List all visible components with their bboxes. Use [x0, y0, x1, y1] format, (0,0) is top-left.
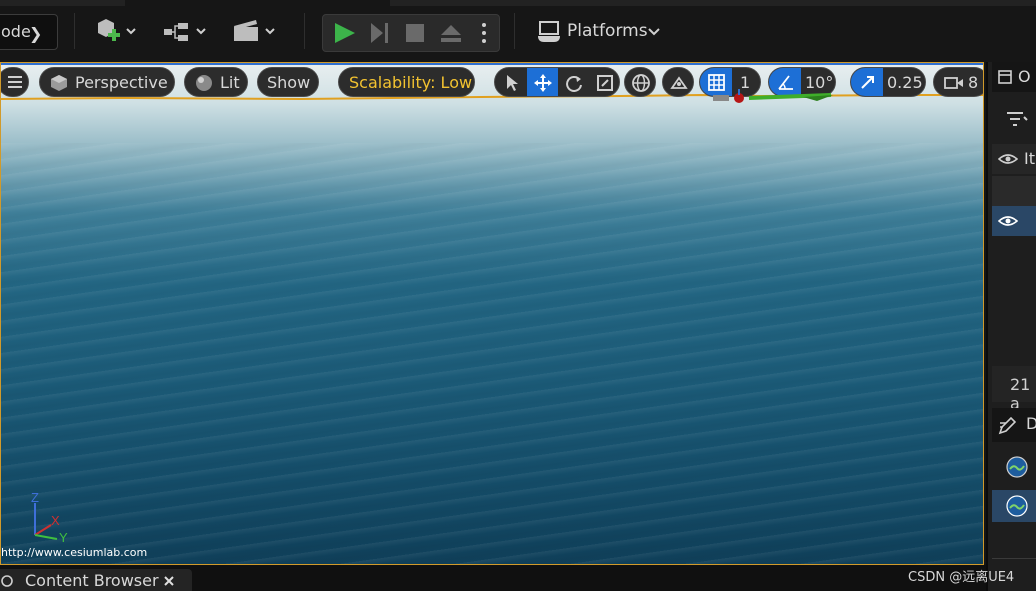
more-options-icon[interactable]	[479, 21, 489, 45]
axis-indicator: Z X Y	[31, 491, 68, 545]
camera-speed-value: 8	[968, 73, 979, 92]
surface-snapping-button[interactable]	[662, 67, 694, 97]
clapperboard-icon	[234, 20, 275, 41]
visibility-eye-icon[interactable]	[998, 153, 1018, 165]
item-label-column: It	[1024, 149, 1035, 168]
play-controls	[322, 14, 500, 52]
rotate-tool-button[interactable]	[558, 68, 589, 96]
toolbar-divider	[304, 13, 305, 49]
outliner-title: O	[1018, 67, 1031, 86]
platforms-icon	[538, 21, 560, 42]
globe-icon	[632, 74, 650, 92]
content-browser-tab[interactable]: Content Browser	[0, 569, 192, 591]
details-component-row-selected[interactable]	[992, 490, 1036, 522]
panel-divider	[992, 558, 1036, 559]
cube-icon	[51, 75, 67, 91]
toolbar-divider	[74, 13, 75, 49]
visibility-eye-icon[interactable]	[998, 215, 1018, 227]
watermark-text: CSDN @远离UE4	[908, 570, 1015, 585]
attribution-text: http://www.cesiumlab.com	[1, 546, 148, 559]
cursor-arrow-icon	[507, 75, 518, 91]
add-actor-button[interactable]	[94, 17, 144, 47]
water-body-icon	[1006, 456, 1028, 478]
viewport-options-button[interactable]	[1, 67, 29, 97]
scale-snap-toggle[interactable]	[851, 68, 883, 96]
coordinate-system-button[interactable]	[624, 67, 656, 97]
main-toolbar: ode ❯ Platforms	[0, 0, 1036, 62]
outliner-icon	[998, 70, 1012, 84]
bottom-tab-bar: Content Browser	[0, 565, 986, 591]
scale-snap-value[interactable]: 0.25	[887, 73, 923, 92]
eject-icon[interactable]	[439, 23, 463, 43]
ocean-surface	[1, 143, 983, 564]
move-arrows-icon	[534, 74, 552, 92]
tab-strip-right	[390, 0, 1036, 6]
details-title: D	[1026, 414, 1036, 433]
scalability-button[interactable]: Scalability: Low	[338, 67, 475, 97]
rotate-icon	[566, 76, 582, 92]
translate-tool-button[interactable]	[527, 68, 558, 96]
blueprint-icon	[164, 23, 206, 41]
scale-icon	[597, 75, 613, 91]
scale-snap-control: 0.25	[850, 67, 926, 97]
close-icon[interactable]	[164, 576, 174, 586]
outliner-tab[interactable]: O	[992, 62, 1036, 92]
transform-gizmo[interactable]	[713, 89, 843, 105]
chevron-down-icon: ❯	[29, 24, 43, 43]
details-component-row[interactable]	[992, 450, 1036, 482]
blueprints-button[interactable]	[162, 17, 212, 47]
water-body-icon	[1006, 495, 1028, 517]
camera-icon	[944, 77, 963, 89]
scale-tool-button[interactable]	[589, 68, 619, 96]
scale-arrow-icon	[861, 76, 874, 89]
show-flags-button[interactable]: Show	[257, 67, 319, 97]
outliner-filter-button[interactable]	[992, 102, 1036, 136]
camera-speed-button[interactable]: 8	[933, 67, 983, 97]
toolbar-divider	[514, 13, 515, 49]
view-mode-label: Perspective	[75, 73, 168, 92]
outliner-row[interactable]	[992, 176, 1036, 206]
axis-z-label: Z	[31, 491, 39, 505]
details-tab[interactable]: D	[992, 408, 1036, 442]
scalability-label: Scalability: Low	[349, 73, 473, 92]
cinematics-button[interactable]	[232, 17, 282, 47]
mode-selector-button[interactable]: ode ❯	[0, 14, 58, 50]
level-viewport[interactable]: Perspective Lit Show Scalability: Low 1 …	[0, 62, 984, 565]
content-browser-label: Content Browser	[25, 571, 159, 590]
axis-x-label: X	[51, 513, 60, 528]
tab-strip-left	[0, 0, 125, 6]
outliner-panel: O It 21 a D	[986, 62, 1036, 591]
view-mode-button[interactable]: Perspective	[39, 67, 175, 97]
show-flags-label: Show	[267, 73, 311, 92]
platforms-button[interactable]: Platforms	[536, 18, 664, 46]
axis-y-label: Y	[59, 530, 68, 545]
outliner-row-selected[interactable]	[992, 206, 1036, 236]
platforms-label: Platforms	[567, 21, 648, 41]
hamburger-menu-icon	[8, 76, 22, 88]
filter-icon	[1007, 112, 1028, 126]
advance-frame-icon[interactable]	[369, 22, 393, 44]
lit-sphere-icon	[196, 75, 212, 91]
content-browser-icon	[1, 575, 13, 587]
transform-tools	[494, 67, 620, 97]
lighting-mode-label: Lit	[220, 73, 240, 92]
viewport-active-border	[1, 63, 983, 65]
outliner-header: It	[992, 144, 1036, 174]
play-icon[interactable]	[333, 22, 357, 44]
surface-snap-icon	[670, 76, 688, 89]
select-tool-button[interactable]	[495, 68, 527, 96]
actor-count-bar: 21 a	[992, 366, 1036, 413]
lighting-mode-button[interactable]: Lit	[184, 67, 248, 97]
stop-icon[interactable]	[405, 23, 425, 43]
add-actor-icon	[98, 19, 136, 41]
mode-selector-label: ode	[1, 22, 31, 41]
pencil-icon	[998, 417, 1016, 435]
chevron-down-icon	[648, 28, 660, 36]
